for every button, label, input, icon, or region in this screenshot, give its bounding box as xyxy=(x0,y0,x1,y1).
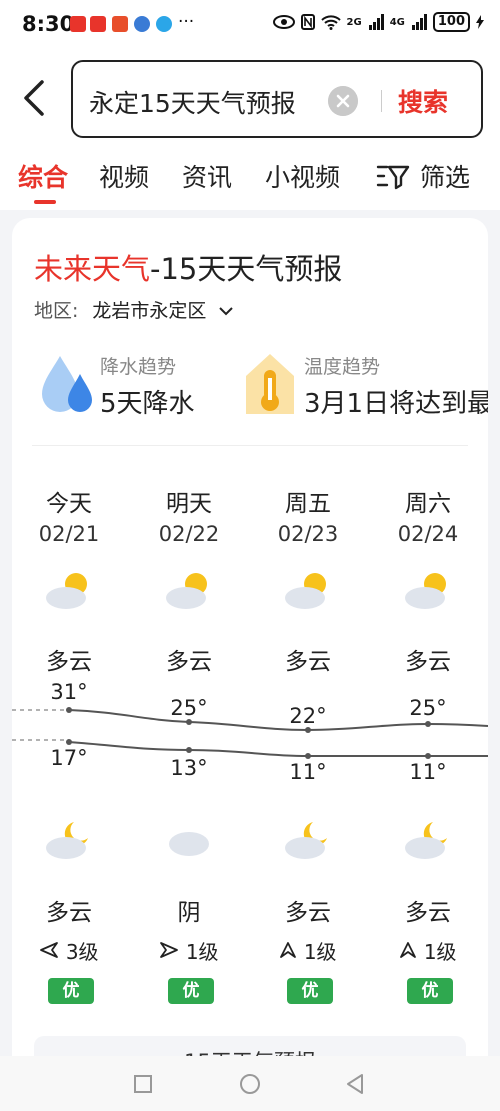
eye-icon xyxy=(272,15,295,29)
partly-cloudy-icon xyxy=(285,573,326,609)
night-weather: 阴 xyxy=(177,900,201,926)
day-weather: 多云 xyxy=(285,649,331,675)
tab-video[interactable]: 视频 xyxy=(99,158,149,194)
day-date: 02/21 xyxy=(38,522,100,546)
clear-icon[interactable] xyxy=(328,86,358,116)
aqi-badge: 优 xyxy=(168,978,214,1004)
wind-direction-icon xyxy=(400,942,417,958)
charging-icon xyxy=(476,15,484,29)
low-temp: 11° xyxy=(289,760,327,784)
aqi-badge: 优 xyxy=(48,978,94,1004)
high-temp: 22° xyxy=(289,704,327,728)
search-box[interactable]: 永定15天天气预报 搜索 xyxy=(71,60,483,138)
wind: 1级 xyxy=(134,936,244,965)
day-date: 02/24 xyxy=(397,522,459,546)
wifi-icon xyxy=(320,15,341,30)
tab-short-video[interactable]: 小视频 xyxy=(265,158,340,194)
weather-card: 未来天气-15天天气预报 地区: 龙岩市永定区 降水趋势 5天降水 温度趋势 3月… xyxy=(12,218,488,1111)
partly-cloudy-icon xyxy=(46,573,87,609)
recent-apps-icon[interactable] xyxy=(133,1074,153,1094)
wind: 3级 xyxy=(14,936,124,965)
low-temp: 13° xyxy=(170,756,208,780)
night-weather: 多云 xyxy=(46,900,92,926)
network-type-1: 2G xyxy=(346,16,362,28)
day-name: 明天 xyxy=(166,491,212,517)
signal-icon xyxy=(411,14,427,30)
back-arrow-icon[interactable] xyxy=(18,78,54,118)
day-column[interactable]: 周五 02/23 多云 22° 11° 多云 1级 优 xyxy=(253,218,363,1111)
status-icons: 2G 4G 100 xyxy=(272,12,484,32)
active-tab-indicator xyxy=(34,200,56,204)
home-icon[interactable] xyxy=(239,1073,261,1095)
system-nav-bar xyxy=(0,1056,500,1111)
tab-news[interactable]: 资讯 xyxy=(182,158,232,194)
day-column[interactable]: 周六 02/24 多云 25° 11° 多云 1级 优 xyxy=(373,218,483,1111)
status-time: 8:30 xyxy=(22,12,75,36)
top-area: 8:30 ··· 2G 4G 100 永定15天天气预报 搜索 综合 视频 资讯… xyxy=(0,0,500,210)
search-separator xyxy=(381,90,382,112)
day-name: 周五 xyxy=(285,491,331,517)
wind: 1级 xyxy=(373,936,483,965)
day-weather: 多云 xyxy=(46,649,92,675)
app-notification-icon xyxy=(90,16,106,32)
day-date: 02/23 xyxy=(277,522,339,546)
day-date: 02/22 xyxy=(158,522,220,546)
wind-direction-icon xyxy=(280,942,297,958)
night-weather: 多云 xyxy=(405,900,451,926)
nfc-icon xyxy=(300,14,315,30)
day-weather: 多云 xyxy=(405,649,451,675)
wind: 1级 xyxy=(253,936,363,965)
signal-icon xyxy=(368,14,384,30)
search-input[interactable]: 永定15天天气预报 xyxy=(89,84,319,120)
wind-direction-icon xyxy=(40,942,59,958)
day-weather: 多云 xyxy=(166,649,212,675)
high-temp: 25° xyxy=(409,696,447,720)
partly-cloudy-icon xyxy=(405,573,446,609)
night-cloudy-icon xyxy=(46,822,88,859)
night-weather: 多云 xyxy=(285,900,331,926)
more-notifications-icon: ··· xyxy=(178,12,195,32)
low-temp: 17° xyxy=(50,746,88,770)
tab-comprehensive[interactable]: 综合 xyxy=(18,158,68,194)
aqi-badge: 优 xyxy=(407,978,453,1004)
tab-filter[interactable]: 筛选 xyxy=(420,158,470,194)
high-temp: 25° xyxy=(170,696,208,720)
filter-icon[interactable] xyxy=(376,164,410,190)
app-notification-icon xyxy=(112,16,128,32)
status-bar: 8:30 ··· 2G 4G 100 xyxy=(0,0,500,52)
day-column[interactable]: 今天 02/21 多云 31° 17° 多云 3级 优 xyxy=(14,218,124,1111)
music-icon xyxy=(134,16,150,32)
day-name: 周六 xyxy=(405,491,451,517)
search-button[interactable]: 搜索 xyxy=(398,83,448,119)
browser-icon xyxy=(156,16,172,32)
battery-icon: 100 xyxy=(432,12,470,32)
night-cloudy-icon xyxy=(285,822,327,859)
aqi-badge: 优 xyxy=(287,978,333,1004)
back-nav-icon[interactable] xyxy=(345,1073,365,1095)
wind-direction-icon xyxy=(160,942,179,958)
day-column[interactable]: 明天 02/22 多云 25° 13° 阴 1级 优 xyxy=(134,218,244,1111)
app-notification-icon xyxy=(70,16,86,32)
network-type-2: 4G xyxy=(389,16,405,28)
partly-cloudy-icon xyxy=(166,573,207,609)
overcast-cloud-icon xyxy=(169,832,209,856)
night-cloudy-icon xyxy=(405,822,447,859)
search-tabs: 综合 视频 资讯 小视频 筛选 xyxy=(0,158,500,206)
low-temp: 11° xyxy=(409,760,447,784)
day-name: 今天 xyxy=(46,491,92,517)
high-temp: 31° xyxy=(50,680,88,704)
